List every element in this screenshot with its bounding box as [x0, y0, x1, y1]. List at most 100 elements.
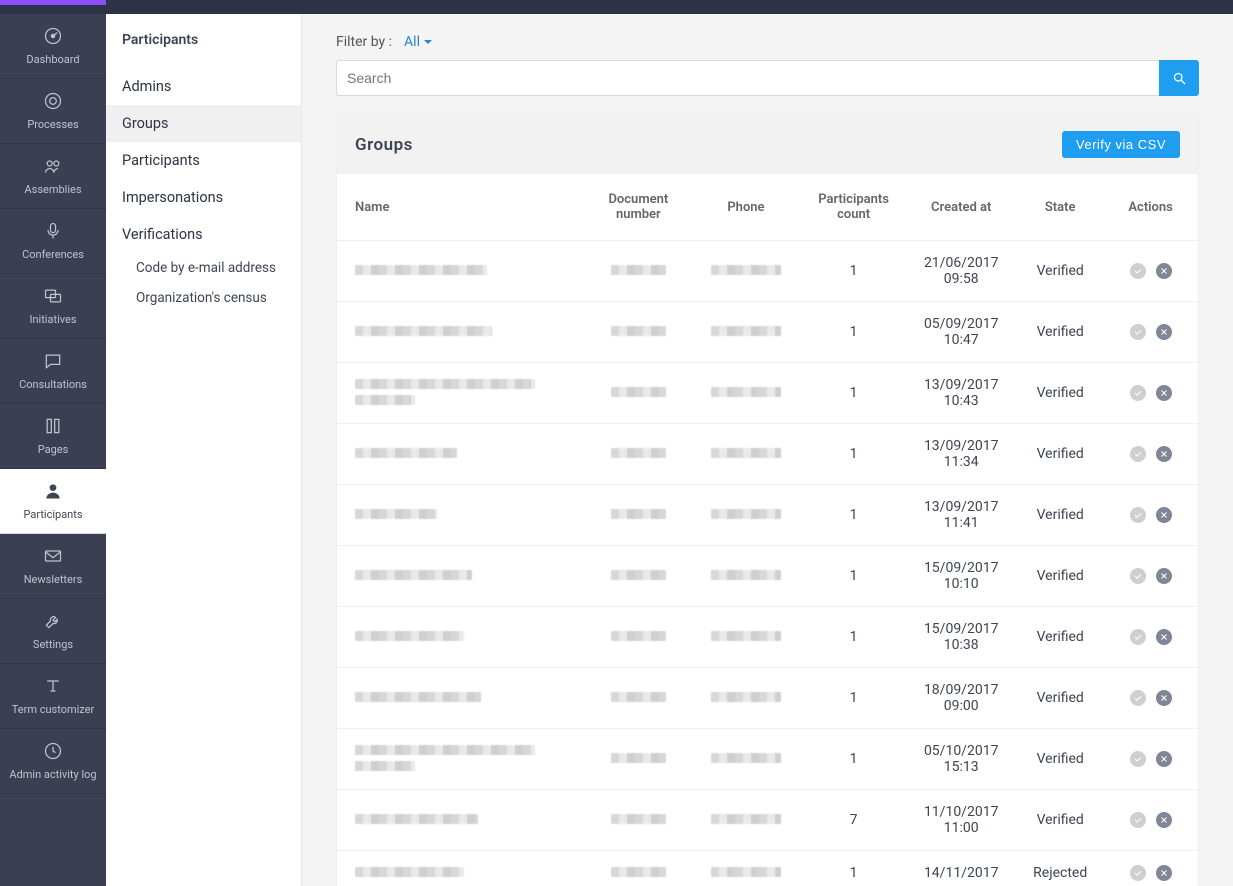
col-doc[interactable]: Document number [587, 174, 690, 241]
table-row[interactable]: 113/09/201711:34Verified [337, 424, 1198, 485]
verify-icon[interactable] [1130, 812, 1146, 828]
redacted-text [355, 570, 472, 580]
table-row[interactable]: 118/09/201709:00Verified [337, 668, 1198, 729]
verify-csv-button[interactable]: Verify via CSV [1062, 131, 1180, 158]
redacted-text [711, 509, 781, 519]
nav-item-label: Participants [23, 508, 82, 521]
cell-count: 1 [802, 302, 905, 363]
cell-count: 1 [802, 363, 905, 424]
nav-item-label: Conferences [22, 248, 84, 261]
reject-icon[interactable] [1156, 568, 1172, 584]
reject-icon[interactable] [1156, 812, 1172, 828]
clock-icon [43, 741, 63, 764]
reject-icon[interactable] [1156, 324, 1172, 340]
verify-icon[interactable] [1130, 263, 1146, 279]
cell-count: 7 [802, 790, 905, 851]
reject-icon[interactable] [1156, 751, 1172, 767]
card-header: Groups Verify via CSV [337, 115, 1198, 174]
mic-icon [43, 221, 63, 244]
nav-item-term-customizer[interactable]: Term customizer [0, 664, 106, 729]
redacted-text [355, 745, 535, 755]
subnav-subitem[interactable]: Code by e-mail address [106, 253, 301, 283]
table-row[interactable]: 105/10/201715:13Verified [337, 729, 1198, 790]
verify-icon[interactable] [1130, 446, 1146, 462]
redacted-text [355, 395, 415, 405]
col-phone[interactable]: Phone [690, 174, 802, 241]
subnav-subitem[interactable]: Organization's census [106, 283, 301, 313]
nav-item-label: Newsletters [24, 573, 83, 586]
filter-label: Filter by : [336, 34, 392, 50]
col-state[interactable]: State [1017, 174, 1103, 241]
col-count[interactable]: Participants count [802, 174, 905, 241]
subnav-item-groups[interactable]: Groups [106, 105, 301, 142]
cell-state: Rejected [1017, 851, 1103, 886]
filter-dropdown[interactable]: All [404, 34, 432, 50]
cell-state: Verified [1017, 790, 1103, 851]
table-row[interactable]: 113/09/201711:41Verified [337, 485, 1198, 546]
reject-icon[interactable] [1156, 446, 1172, 462]
nav-item-participants[interactable]: Participants [0, 469, 106, 534]
cell-count: 1 [802, 729, 905, 790]
table-row[interactable]: 711/10/201711:00Verified [337, 790, 1198, 851]
reject-icon[interactable] [1156, 385, 1172, 401]
subnav-item-admins[interactable]: Admins [106, 68, 301, 105]
filter-bar: Filter by : All [336, 34, 1199, 50]
wrench-icon [43, 611, 63, 634]
reject-icon[interactable] [1156, 865, 1172, 881]
nav-item-newsletters[interactable]: Newsletters [0, 534, 106, 599]
verify-icon[interactable] [1130, 865, 1146, 881]
cell-created: 14/11/2017 [905, 851, 1017, 886]
redacted-text [711, 265, 781, 275]
reject-icon[interactable] [1156, 263, 1172, 279]
verify-icon[interactable] [1130, 568, 1146, 584]
secondary-nav-title: Participants [106, 26, 301, 68]
subnav-item-participants[interactable]: Participants [106, 142, 301, 179]
table-row[interactable]: 121/06/201709:58Verified [337, 241, 1198, 302]
reject-icon[interactable] [1156, 507, 1172, 523]
verify-icon[interactable] [1130, 324, 1146, 340]
col-name[interactable]: Name [337, 174, 587, 241]
nav-item-pages[interactable]: Pages [0, 404, 106, 469]
nav-item-consultations[interactable]: Consultations [0, 339, 106, 404]
redacted-text [611, 631, 666, 641]
groups-card: Groups Verify via CSV Name Document numb… [336, 114, 1199, 886]
nav-item-admin-activity-log[interactable]: Admin activity log [0, 729, 106, 794]
target-icon [43, 91, 63, 114]
cell-count: 1 [802, 546, 905, 607]
verify-icon[interactable] [1130, 385, 1146, 401]
subnav-item-impersonations[interactable]: Impersonations [106, 179, 301, 216]
search-button[interactable] [1159, 60, 1199, 96]
nav-item-assemblies[interactable]: Assemblies [0, 144, 106, 209]
redacted-text [355, 867, 464, 877]
reject-icon[interactable] [1156, 690, 1172, 706]
subnav-item-verifications[interactable]: Verifications [106, 216, 301, 253]
verify-icon[interactable] [1130, 507, 1146, 523]
nav-item-dashboard[interactable]: Dashboard [0, 14, 106, 79]
search-input[interactable] [336, 60, 1159, 96]
cell-count: 1 [802, 851, 905, 886]
verify-icon[interactable] [1130, 690, 1146, 706]
chat-icon [43, 351, 63, 374]
reject-icon[interactable] [1156, 629, 1172, 645]
chat-multi-icon [43, 286, 63, 309]
col-created[interactable]: Created at [905, 174, 1017, 241]
type-icon [43, 676, 63, 699]
redacted-text [611, 326, 666, 336]
gauge-icon [43, 26, 63, 49]
table-row[interactable]: 113/09/201710:43Verified [337, 363, 1198, 424]
redacted-text [611, 692, 666, 702]
nav-item-processes[interactable]: Processes [0, 79, 106, 144]
table-row[interactable]: 115/09/201710:10Verified [337, 546, 1198, 607]
verify-icon[interactable] [1130, 629, 1146, 645]
table-row[interactable]: 115/09/201710:38Verified [337, 607, 1198, 668]
verify-icon[interactable] [1130, 751, 1146, 767]
table-row[interactable]: 105/09/201710:47Verified [337, 302, 1198, 363]
nav-item-initiatives[interactable]: Initiatives [0, 274, 106, 339]
nav-item-label: Consultations [19, 378, 87, 391]
redacted-text [711, 387, 781, 397]
nav-item-settings[interactable]: Settings [0, 599, 106, 664]
nav-item-conferences[interactable]: Conferences [0, 209, 106, 274]
redacted-text [355, 814, 478, 824]
cell-state: Verified [1017, 302, 1103, 363]
table-row[interactable]: 114/11/2017Rejected [337, 851, 1198, 886]
